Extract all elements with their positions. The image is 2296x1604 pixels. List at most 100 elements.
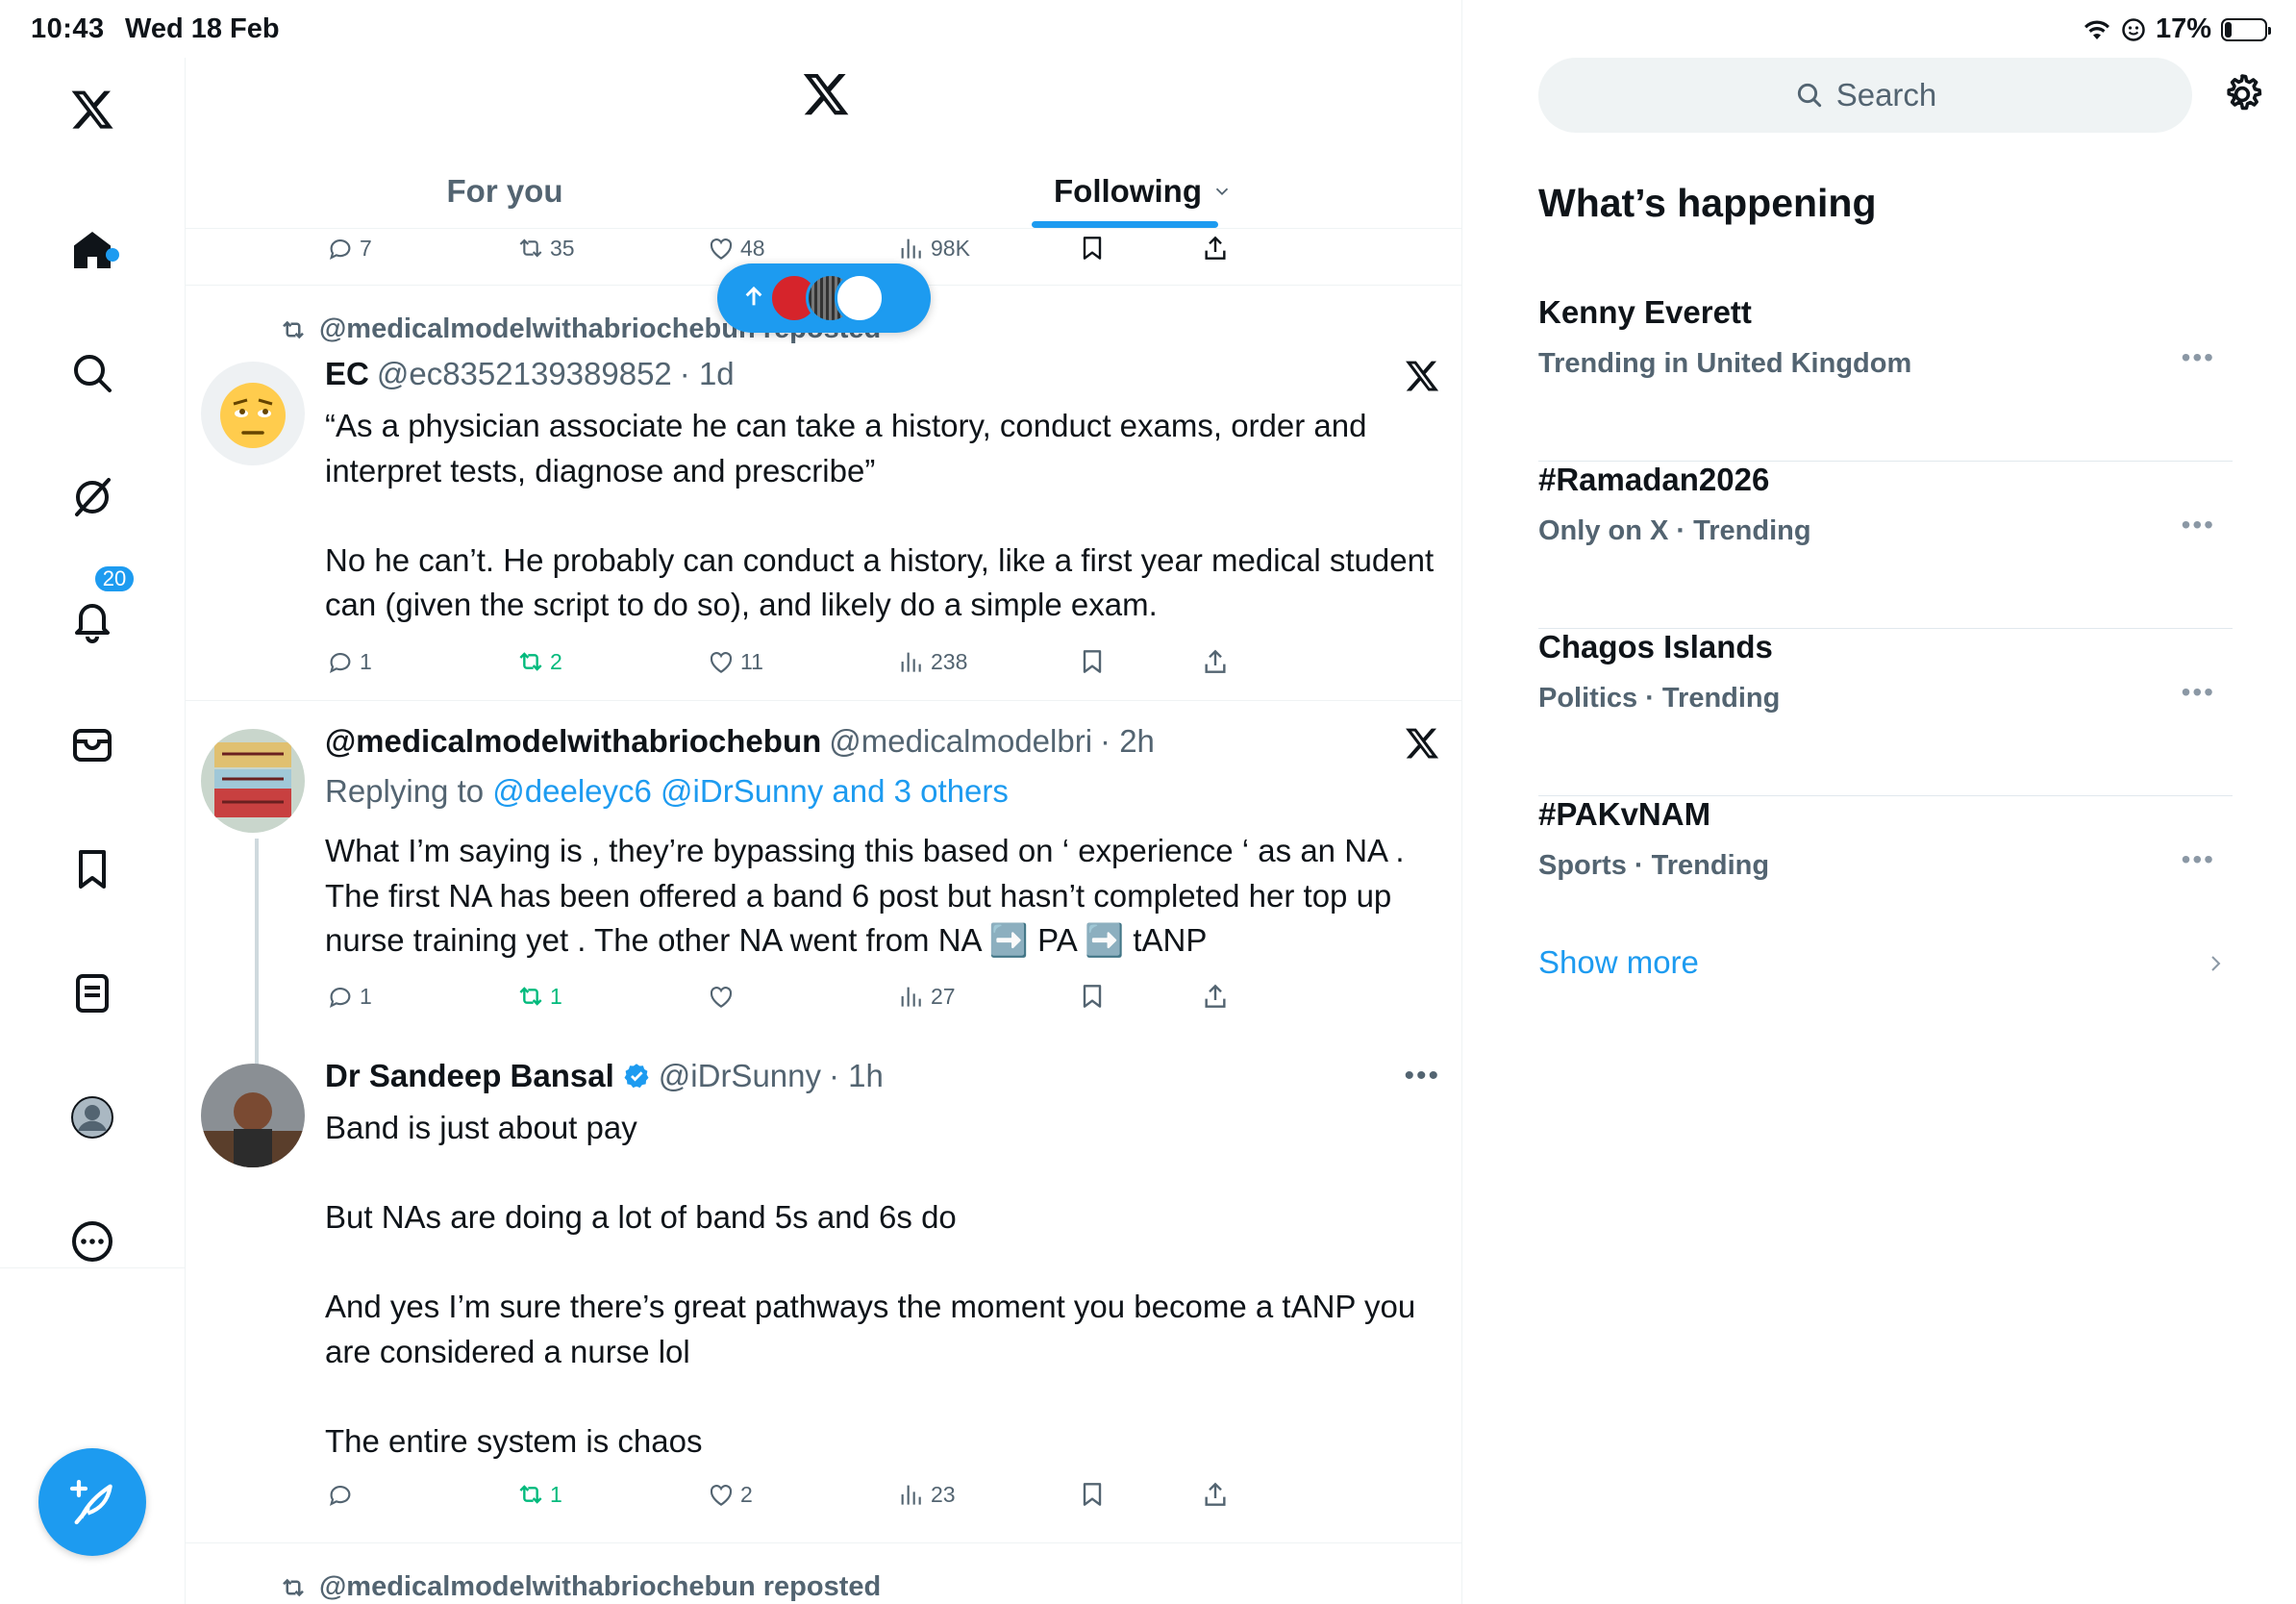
new-posts-pill[interactable] bbox=[717, 263, 931, 333]
views-count: 23 bbox=[931, 1481, 956, 1507]
reply-button[interactable]: 7 bbox=[325, 233, 372, 263]
trend-item[interactable]: Kenny Everett Trending in United Kingdom… bbox=[1538, 294, 2233, 462]
bookmark-icon bbox=[79, 850, 106, 889]
author-name[interactable]: EC bbox=[325, 356, 369, 392]
mail-icon bbox=[73, 729, 112, 762]
like-button[interactable]: 2 bbox=[706, 1479, 753, 1510]
show-more-link[interactable]: Show more bbox=[1538, 944, 1699, 981]
repost-button[interactable]: 1 bbox=[515, 981, 562, 1012]
views-button[interactable]: 238 bbox=[896, 646, 967, 677]
tweet-header: Dr Sandeep Bansal @iDrSunny · 1h bbox=[325, 1058, 884, 1094]
reply-icon bbox=[329, 988, 351, 1009]
more-options-icon[interactable]: ••• bbox=[1404, 1060, 1440, 1092]
sidebar-item-bookmarks[interactable] bbox=[60, 837, 125, 902]
repost-button[interactable]: 1 bbox=[515, 1479, 562, 1510]
bookmark-button[interactable] bbox=[1077, 981, 1108, 1012]
views-button[interactable]: 27 bbox=[896, 981, 956, 1012]
views-button[interactable]: 98K bbox=[896, 233, 970, 263]
sidebar-item-notifications[interactable] bbox=[60, 589, 125, 654]
trend-meta: Sports · Trending bbox=[1538, 850, 1770, 881]
avatar[interactable] bbox=[201, 362, 305, 465]
tweet-time[interactable]: · 1d bbox=[680, 356, 735, 392]
tweet-time[interactable]: · 2h bbox=[1100, 723, 1155, 760]
repost-button[interactable]: 2 bbox=[515, 646, 562, 677]
sidebar-item-search[interactable] bbox=[60, 340, 125, 406]
trend-item[interactable]: #Ramadan2026 Only on X · Trending ••• bbox=[1538, 462, 2233, 629]
tweet-time[interactable]: · 1h bbox=[829, 1058, 884, 1094]
views-icon bbox=[901, 987, 921, 1007]
like-count: 2 bbox=[740, 1481, 753, 1507]
reply-count: 7 bbox=[360, 235, 372, 261]
reply-count: 1 bbox=[360, 983, 372, 1009]
repost-button[interactable]: 35 bbox=[515, 233, 575, 263]
active-tab-indicator bbox=[1032, 221, 1218, 228]
views-count: 238 bbox=[931, 648, 968, 674]
trend-item[interactable]: #PAKvNAM Sports · Trending ••• bbox=[1538, 796, 2233, 921]
trend-name: #PAKvNAM bbox=[1538, 796, 1711, 832]
avatar[interactable] bbox=[201, 1064, 305, 1167]
trend-item[interactable]: Chagos Islands Politics · Trending ••• bbox=[1538, 629, 2233, 796]
sidebar-item-more[interactable] bbox=[60, 1209, 125, 1274]
separator bbox=[186, 1542, 1461, 1543]
separator bbox=[186, 700, 1461, 701]
tab-for-you[interactable]: For you bbox=[186, 154, 824, 229]
compose-button[interactable] bbox=[38, 1448, 146, 1556]
views-button[interactable]: 23 bbox=[896, 1479, 956, 1510]
reply-button[interactable]: 1 bbox=[325, 981, 372, 1012]
repost-count: 1 bbox=[550, 983, 562, 1009]
sidebar-item-lists[interactable] bbox=[60, 961, 125, 1026]
author-name[interactable]: Dr Sandeep Bansal bbox=[325, 1058, 614, 1094]
share-button[interactable] bbox=[1200, 981, 1231, 1012]
repost-icon bbox=[519, 238, 542, 258]
author-handle[interactable]: @iDrSunny bbox=[659, 1058, 821, 1094]
more-options-icon[interactable]: ••• bbox=[2182, 342, 2215, 373]
replying-to-link[interactable]: @deeleyc6 @iDrSunny and 3 others bbox=[492, 773, 1009, 809]
views-icon bbox=[901, 652, 921, 672]
like-count: 48 bbox=[740, 235, 765, 261]
tweet-text: What I’m saying is , they’re bypassing t… bbox=[325, 833, 1413, 958]
more-options-icon[interactable]: ••• bbox=[2182, 677, 2215, 708]
reply-button[interactable] bbox=[325, 1479, 360, 1510]
sidebar-item-messages[interactable] bbox=[60, 713, 125, 778]
reply-button[interactable]: 1 bbox=[325, 646, 372, 677]
home-unread-dot bbox=[106, 248, 119, 262]
author-handle[interactable]: @medicalmodelbri bbox=[829, 723, 1092, 760]
share-button[interactable] bbox=[1200, 1479, 1231, 1510]
more-options-icon[interactable]: ••• bbox=[2182, 844, 2215, 875]
tweet-actions-previous: 7 35 48 98K bbox=[325, 229, 1286, 267]
bookmark-icon bbox=[1083, 650, 1102, 673]
tweet-header: EC @ec8352139389852 · 1d bbox=[325, 356, 735, 392]
share-button[interactable] bbox=[1200, 646, 1231, 677]
x-logo-icon[interactable] bbox=[801, 69, 851, 119]
like-button[interactable]: 11 bbox=[706, 646, 763, 677]
sidebar-item-profile[interactable] bbox=[60, 1085, 125, 1150]
more-options-icon[interactable]: ••• bbox=[2182, 510, 2215, 540]
tab-following[interactable]: Following bbox=[824, 154, 1461, 229]
bookmark-button[interactable] bbox=[1077, 1479, 1108, 1510]
share-icon bbox=[1205, 1482, 1226, 1506]
bell-icon bbox=[75, 604, 110, 643]
avatar[interactable] bbox=[201, 729, 305, 833]
tweet-text: “As a physician associate he can take a … bbox=[325, 408, 1435, 622]
bookmark-icon bbox=[1083, 1483, 1102, 1506]
share-button[interactable] bbox=[1200, 233, 1231, 263]
like-button[interactable] bbox=[706, 981, 740, 1012]
heart-icon bbox=[710, 652, 733, 673]
like-button[interactable]: 48 bbox=[706, 233, 765, 263]
x-logo-icon bbox=[1406, 361, 1439, 391]
search-input[interactable]: Search bbox=[1538, 58, 2192, 133]
sidebar-item-grok[interactable] bbox=[60, 464, 125, 530]
author-handle[interactable]: @ec8352139389852 bbox=[377, 356, 672, 392]
trend-name: #Ramadan2026 bbox=[1538, 462, 1770, 497]
author-name[interactable]: @medicalmodelwithabriochebun bbox=[325, 723, 821, 760]
bookmark-button[interactable] bbox=[1077, 233, 1108, 263]
x-logo-icon[interactable] bbox=[60, 77, 125, 142]
x-logo-icon bbox=[1406, 728, 1439, 759]
gear-icon[interactable] bbox=[2219, 71, 2265, 117]
list-icon bbox=[76, 974, 109, 1013]
thread-line bbox=[255, 839, 259, 1065]
repost-indicator[interactable]: @medicalmodelwithabriochebun reposted bbox=[279, 1571, 881, 1603]
like-count: 11 bbox=[740, 648, 763, 674]
feather-plus-icon bbox=[69, 1479, 112, 1525]
bookmark-button[interactable] bbox=[1077, 646, 1108, 677]
